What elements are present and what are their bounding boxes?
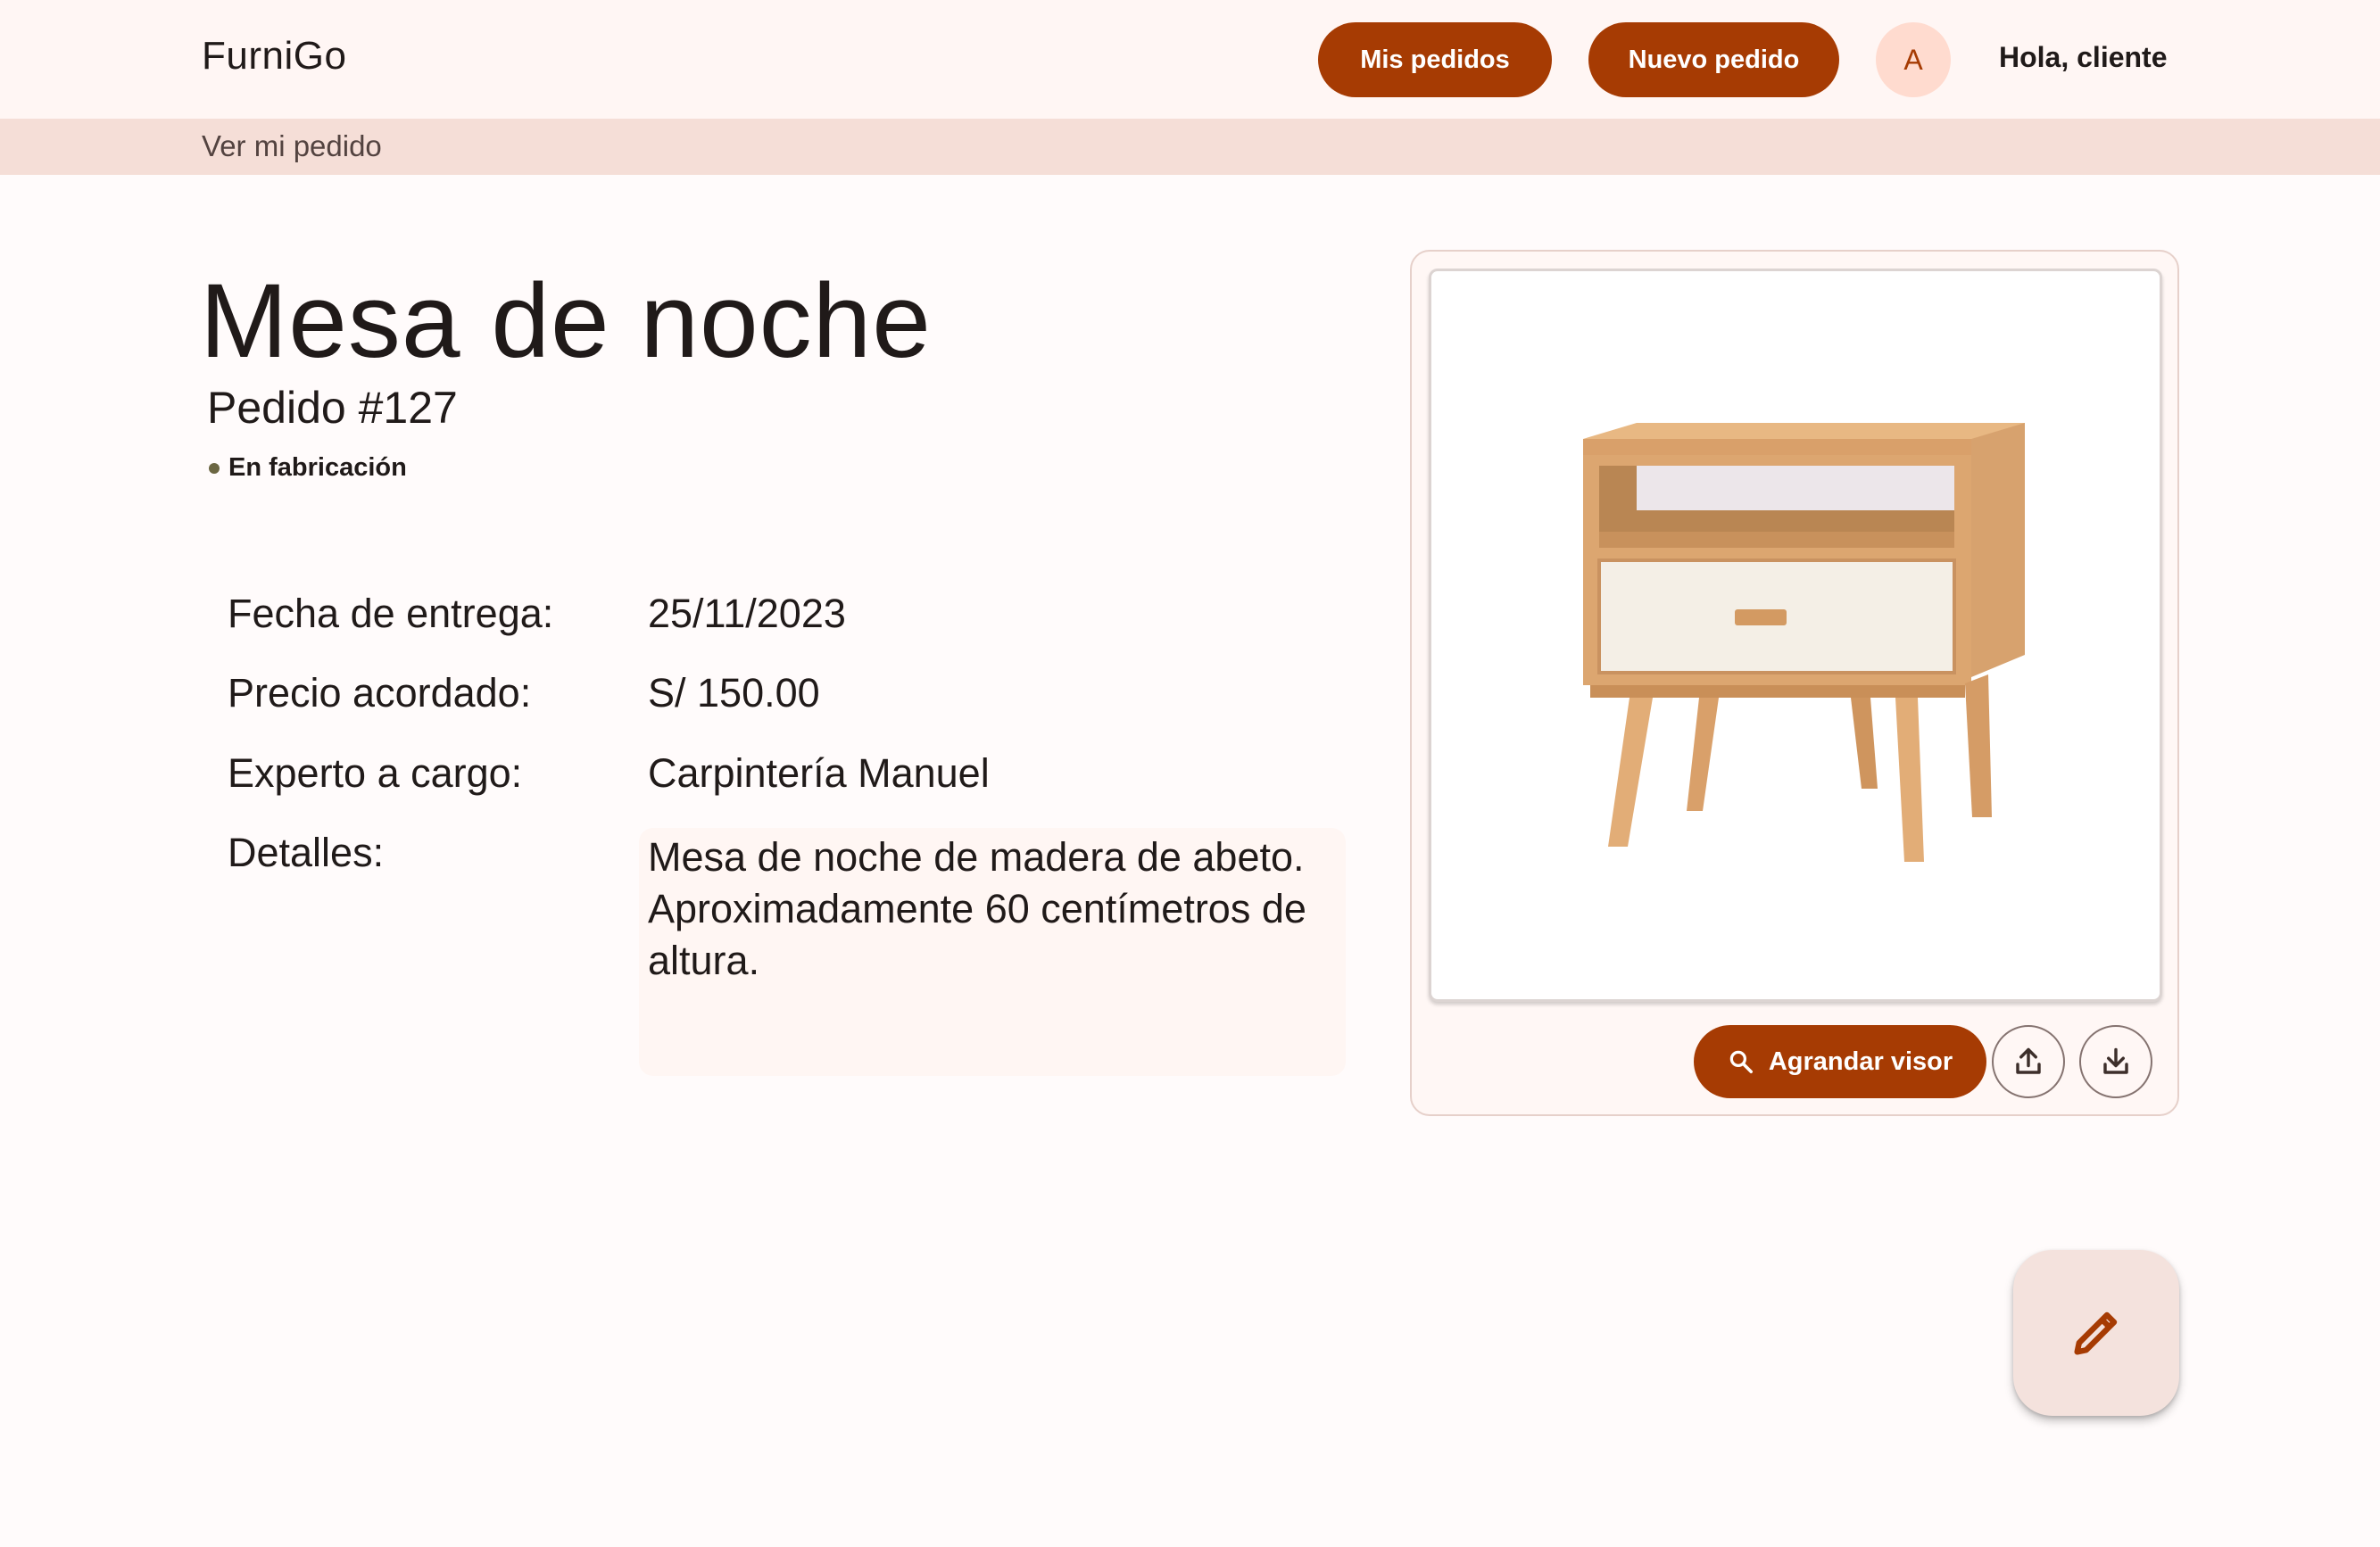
delivery-date-label: Fecha de entrega: xyxy=(228,591,554,636)
notes-label: Detalles: xyxy=(228,830,385,875)
pencil-icon xyxy=(2074,1311,2118,1355)
edit-order-fab[interactable] xyxy=(2013,1250,2179,1416)
breadcrumb-current: Ver mi pedido xyxy=(202,129,382,162)
delivery-date-value: 25/11/2023 xyxy=(648,591,846,636)
order-number: Pedido #127 xyxy=(207,383,458,433)
new-order-button[interactable]: Nuevo pedido xyxy=(1588,22,1839,97)
nightstand-illustration xyxy=(1583,423,2025,862)
avatar[interactable]: A xyxy=(1876,22,1951,97)
breadcrumb: Ver mi pedido xyxy=(0,119,2380,175)
product-image xyxy=(1429,269,2162,1002)
download-icon xyxy=(2103,1047,2128,1074)
status-dot-icon xyxy=(209,462,220,474)
my-orders-button[interactable]: Mis pedidos xyxy=(1318,22,1552,97)
upload-icon xyxy=(2016,1047,2041,1074)
page-title: Mesa de noche xyxy=(200,262,932,380)
status-label: En fabricación xyxy=(228,453,407,482)
notes-textarea[interactable]: Mesa de noche de madera de abeto. Aproxi… xyxy=(639,828,1346,1076)
expert-label: Experto a cargo: xyxy=(228,750,523,796)
top-app-bar: FurniGo Mis pedidos Nuevo pedido A Hola,… xyxy=(0,0,2380,119)
enlarge-viewer-button[interactable]: Agrandar visor xyxy=(1694,1025,1986,1098)
price-value: S/ 150.00 xyxy=(648,670,820,716)
price-label: Precio acordado: xyxy=(228,670,532,716)
search-icon xyxy=(1729,1050,1753,1073)
status-badge: En fabricación xyxy=(209,453,407,483)
upload-button[interactable] xyxy=(1992,1025,2065,1098)
enlarge-viewer-label: Agrandar visor xyxy=(1768,1046,1953,1076)
expert-value: Carpintería Manuel xyxy=(648,750,990,796)
brand-logo[interactable]: FurniGo xyxy=(202,34,346,79)
download-button[interactable] xyxy=(2079,1025,2152,1098)
image-viewer-card: Agrandar visor xyxy=(1410,250,2179,1116)
greeting-text: Hola, cliente xyxy=(1999,41,2168,73)
